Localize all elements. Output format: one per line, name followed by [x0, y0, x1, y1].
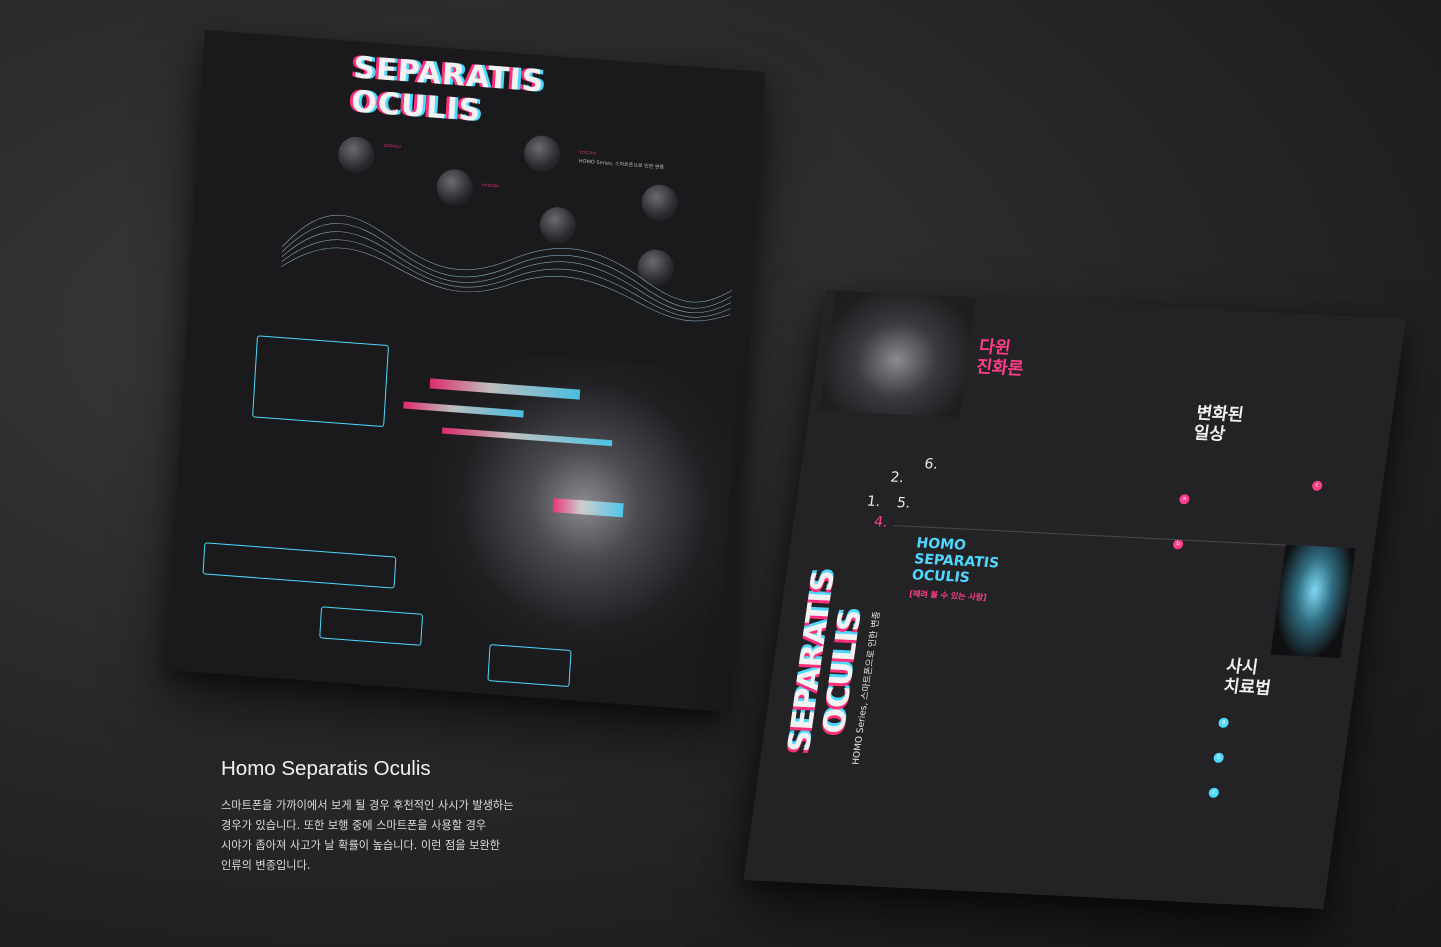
step-number: 2.	[889, 469, 905, 487]
badge-a-cyan: a	[1217, 717, 1230, 728]
pink-annotation: ▭▭▭	[579, 148, 597, 157]
badge-b-cyan: b	[1213, 752, 1225, 763]
portrait-thumbnail	[523, 134, 562, 174]
portrait-thumbnail	[337, 135, 376, 175]
poster-title-oculis: OCULIS	[350, 84, 483, 129]
caption-line: 인류의 변종입니다.	[221, 859, 311, 872]
right-brochure: 다윈 진화론 변화된 일상 사시 치료법 SEPARATIS OCULIS HO…	[743, 290, 1406, 909]
info-panel	[252, 335, 389, 428]
badge-b: b	[1172, 539, 1184, 550]
caption-line: 시야가 좁아져 사고가 날 확률이 높습니다. 이런 점을 보완한	[221, 839, 501, 852]
eye-icon-strip	[319, 606, 424, 646]
info-panel	[487, 644, 572, 688]
caption-body: 스마트폰을 가까이에서 보게 될 경우 후천적인 사시가 발생하는 경우가 있습…	[221, 796, 601, 876]
pink-annotation: ▭▭▭	[383, 141, 402, 151]
glitch-eye-photo	[819, 290, 976, 418]
badge-a: a	[1178, 494, 1191, 505]
eye-icon-strip	[202, 542, 397, 589]
caption-line: 경우가 있습니다. 또한 보행 중에 스마트폰을 사용할 경우	[221, 819, 487, 832]
caption-title: Homo Separatis Oculis	[221, 757, 431, 780]
glitch-face-photo	[397, 347, 737, 692]
caption-line: 스마트폰을 가까이에서 보게 될 경우 후천적인 사시가 발생하는	[221, 799, 514, 812]
heading-therapy: 사시 치료법	[1222, 656, 1273, 699]
badge-c-cyan: c	[1208, 787, 1220, 798]
heading-darwin: 다윈 진화론	[975, 337, 1025, 379]
portrait-photo	[1270, 544, 1356, 659]
step-number: 4.	[872, 514, 889, 531]
pink-annotation: ▭▭▭	[481, 181, 500, 190]
step-number: 6.	[923, 456, 939, 473]
step-number: 1.	[865, 493, 882, 511]
pink-subtitle: [떼려 볼 수 있는 사람]	[908, 589, 988, 603]
step-number: 5.	[895, 495, 912, 512]
poster-series-label: HOMO Series, 스마트폰으로 인한 변종	[578, 158, 665, 171]
badge-c: c	[1311, 480, 1323, 491]
left-poster: SEPARATIS OCULIS HOMO Series, 스마트폰으로 인한 …	[166, 30, 766, 712]
cyan-title-oculis: OCULIS	[910, 567, 971, 587]
heading-daily-life: 변화된 일상	[1192, 403, 1245, 445]
